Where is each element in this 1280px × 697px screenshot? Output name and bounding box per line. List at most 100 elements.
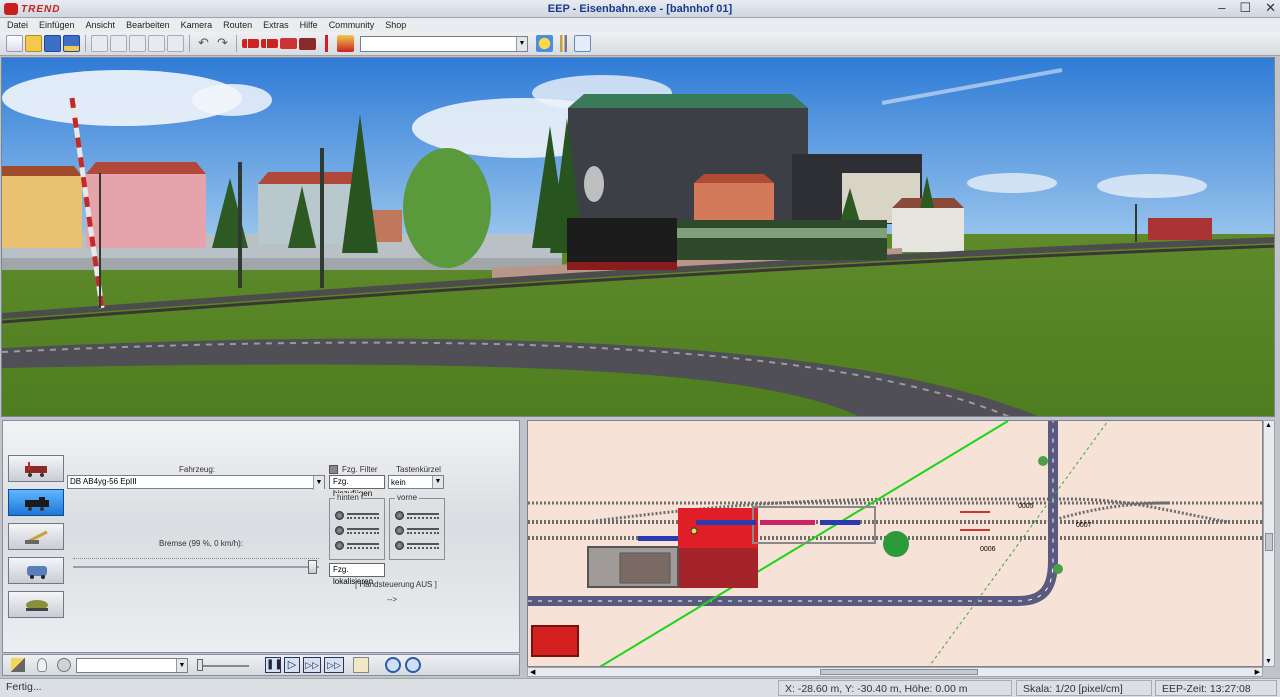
rail-vehicle-button[interactable] xyxy=(8,455,64,482)
speed-slider-thumb[interactable] xyxy=(197,659,203,671)
move-icon[interactable] xyxy=(167,35,184,52)
scroll-up-icon[interactable]: ▲ xyxy=(1265,422,1272,429)
chevron-down-icon[interactable]: ▼ xyxy=(516,36,527,51)
menu-extras[interactable]: Extras xyxy=(263,20,289,30)
fastest-forward-icon[interactable]: ▷▷ xyxy=(324,657,344,673)
map-horizontal-scrollbar[interactable]: ◀ ▶ xyxy=(527,667,1263,677)
fzg-filter-label: Fzg. Filter xyxy=(342,465,378,474)
edit-icon[interactable] xyxy=(11,658,25,672)
rear-coupling-radio-1[interactable] xyxy=(335,511,344,520)
fzg-filter-checkbox[interactable] xyxy=(329,465,338,474)
duplicate-icon[interactable] xyxy=(148,35,165,52)
object-search-combo[interactable]: ▼ xyxy=(360,35,528,52)
wagon-icon[interactable] xyxy=(280,38,297,49)
freight-vehicle-button[interactable] xyxy=(8,591,64,618)
zoom-in-icon[interactable] xyxy=(385,657,401,673)
play-icon[interactable]: ▷ xyxy=(284,657,300,673)
save-icon[interactable] xyxy=(44,35,61,52)
main-toolbar: ↶ ↷ ▼ xyxy=(0,32,1280,56)
front-coupling-radio-3[interactable] xyxy=(395,541,404,550)
save-as-icon[interactable] xyxy=(63,35,80,52)
settings-icon[interactable] xyxy=(574,35,591,52)
close-icon[interactable]: ✕ xyxy=(1265,0,1276,16)
brake-slider[interactable] xyxy=(73,566,319,568)
bremse-label: Bremse (99 %, 0 km/h): xyxy=(159,539,244,548)
3d-view[interactable] xyxy=(1,57,1275,417)
shortcut-select[interactable]: kein ▼ xyxy=(388,475,444,489)
tastenkuerzel-label: Tastenkürzel xyxy=(396,465,441,474)
scroll-right-icon[interactable]: ▶ xyxy=(1255,668,1260,676)
speed-slider[interactable] xyxy=(199,665,249,667)
rear-coupling-radio-3[interactable] xyxy=(335,541,344,550)
redo-icon[interactable]: ↷ xyxy=(214,35,231,52)
control-panel: Fahrzeug: DB AB4yg-56 EpIII ▼ Fzg. Filte… xyxy=(2,420,520,653)
crane-icon[interactable] xyxy=(337,35,354,52)
train-icon xyxy=(25,497,49,511)
status-coordinates: X: -28.60 m, Y: -30.40 m, Höhe: 0.00 m xyxy=(778,680,1012,696)
tools-icon[interactable] xyxy=(555,35,572,52)
scroll-thumb-horizontal[interactable] xyxy=(820,669,978,675)
coupling-icon xyxy=(347,527,379,534)
vehicle-select[interactable]: DB AB4yg-56 EpIII ▼ xyxy=(67,475,325,490)
menu-datei[interactable]: Datei xyxy=(7,20,28,30)
rear-coupling-radio-2[interactable] xyxy=(335,526,344,535)
front-coupling-radio-2[interactable] xyxy=(395,526,404,535)
pause-icon[interactable]: ❚❚ xyxy=(265,657,283,673)
coupling-icon xyxy=(347,542,379,549)
scroll-down-icon[interactable]: ▼ xyxy=(1265,658,1272,665)
menu-routen[interactable]: Routen xyxy=(223,20,252,30)
coupling-front-group: vorne xyxy=(389,493,445,560)
menu-einfuegen[interactable]: Einfügen xyxy=(39,20,75,30)
new-icon[interactable] xyxy=(6,35,23,52)
minimize-icon[interactable]: – xyxy=(1218,0,1225,16)
menu-bearbeiten[interactable]: Bearbeiten xyxy=(126,20,170,30)
undo-icon[interactable]: ↶ xyxy=(195,35,212,52)
front-coupling-radio-1[interactable] xyxy=(395,511,404,520)
track-plan-2d[interactable]: 0005 0006 0007 xyxy=(527,420,1263,667)
light-bulb-icon[interactable] xyxy=(37,658,47,672)
crane-icon xyxy=(25,530,48,544)
car-icon xyxy=(27,566,47,579)
fast-forward-icon[interactable]: ▷▷ xyxy=(303,657,321,673)
title-bar: TREND EEP - Eisenbahn.exe - [bahnhof 01]… xyxy=(0,0,1280,18)
train-red-icon[interactable] xyxy=(261,39,278,48)
weather-icon[interactable] xyxy=(536,35,553,52)
scroll-thumb[interactable] xyxy=(1265,533,1273,551)
fahrzeug-label: Fahrzeug: xyxy=(179,465,216,474)
scroll-left-icon[interactable]: ◀ xyxy=(530,668,535,676)
crane-vehicle-button[interactable] xyxy=(8,523,64,550)
snapshot-icon[interactable] xyxy=(353,657,369,673)
signal-icon[interactable] xyxy=(318,35,335,52)
chevron-down-icon[interactable]: ▼ xyxy=(313,476,324,490)
paste-icon[interactable] xyxy=(110,35,127,52)
open-icon[interactable] xyxy=(25,35,42,52)
sound-icon[interactable] xyxy=(57,658,71,672)
menu-kamera[interactable]: Kamera xyxy=(181,20,213,30)
menu-community[interactable]: Community xyxy=(329,20,375,30)
chevron-down-icon[interactable]: ▼ xyxy=(432,476,443,488)
menu-hilfe[interactable]: Hilfe xyxy=(300,20,318,30)
loco-icon[interactable] xyxy=(299,37,316,50)
fzg-lokalisieren-button[interactable]: Fzg. lokalisieren xyxy=(329,563,385,586)
copy-icon[interactable] xyxy=(91,35,108,52)
road-vehicle-button[interactable] xyxy=(8,557,64,584)
chevron-down-icon[interactable]: ▼ xyxy=(176,659,187,672)
next-arrow[interactable]: --> xyxy=(387,595,397,604)
maximize-icon[interactable]: ☐ xyxy=(1239,0,1251,16)
menu-shop[interactable]: Shop xyxy=(385,20,406,30)
window-title: EEP - Eisenbahn.exe - [bahnhof 01] xyxy=(547,3,733,15)
zoom-out-icon[interactable] xyxy=(405,657,421,673)
train-list-button[interactable] xyxy=(8,489,64,516)
coupling-icon xyxy=(407,542,439,549)
fzg-hinzufuegen-button[interactable]: Fzg. hinzufügen xyxy=(329,475,385,498)
menu-bar: Datei Einfügen Ansicht Bearbeiten Kamera… xyxy=(0,18,1280,32)
status-message: Fertig... xyxy=(6,681,42,693)
cut-icon[interactable] xyxy=(129,35,146,52)
coupling-icon xyxy=(407,527,439,534)
brake-slider-thumb[interactable] xyxy=(307,560,317,574)
map-label-0005: 0005 xyxy=(1018,503,1034,510)
camera-select[interactable]: ▼ xyxy=(76,658,188,673)
map-vertical-scrollbar[interactable]: ▲ ▼ xyxy=(1263,420,1275,667)
menu-ansicht[interactable]: Ansicht xyxy=(86,20,116,30)
train-icon[interactable] xyxy=(242,39,259,48)
